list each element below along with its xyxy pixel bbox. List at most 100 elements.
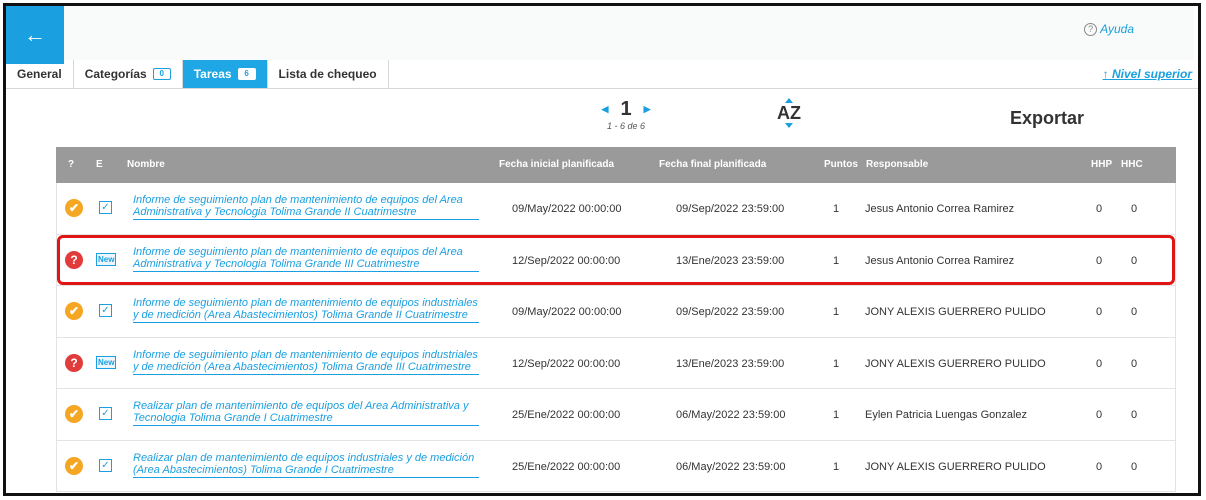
puntos: 1	[833, 409, 840, 421]
tasks-table: ? E Nombre Fecha inicial planificada Fec…	[56, 147, 1176, 492]
checkbox-check-icon[interactable]: ✓	[99, 304, 112, 317]
task-name-link[interactable]: Informe de seguimiento plan de mantenimi…	[133, 297, 479, 323]
completed-check-icon: ✔	[65, 199, 83, 217]
table-row[interactable]: ✔ ✓ Realizar plan de mantenimiento de equi…	[56, 440, 1176, 492]
fecha-inicial: 25/Ene/2022 00:00:00	[512, 460, 621, 473]
tab-label: Categorías	[84, 67, 147, 81]
question-icon: ?	[65, 250, 83, 269]
task-name-link[interactable]: Informe de seguimiento plan de mantenimi…	[133, 246, 479, 272]
fecha-inicial: 09/May/2022 00:00:00	[512, 306, 622, 318]
task-name-link[interactable]: Realizar plan de mantenimiento de equipo…	[133, 400, 479, 426]
hhp: 0	[1096, 357, 1103, 370]
tab-label: Lista de chequeo	[278, 67, 377, 81]
nivel-superior-link[interactable]: ↑ Nivel superior	[1103, 67, 1192, 81]
table-row[interactable]: ? New Informe de seguimiento plan de mante…	[56, 337, 1176, 389]
fecha-inicial: 12/Sep/2022 00:00:00	[512, 254, 621, 267]
app-frame: ← ? Ayuda General Categorías 0 Tareas 6 Li…	[3, 3, 1201, 496]
count-badge: 0	[152, 68, 171, 80]
hhc: 0	[1131, 357, 1138, 370]
fecha-inicial: 12/Sep/2022 00:00:00	[512, 357, 621, 370]
completed-check-icon: ✔	[65, 302, 83, 320]
new-badge: New	[96, 252, 117, 266]
hhp: 0	[1096, 306, 1103, 318]
completed-check-icon: ✔	[65, 405, 83, 423]
table-row[interactable]: ? New Informe de seguimiento plan de mante…	[56, 234, 1176, 286]
question-icon: ?	[65, 353, 83, 372]
col-fecha-inicial[interactable]: Fecha inicial planificada	[499, 159, 614, 170]
tab-label: General	[17, 67, 62, 81]
count-badge: 6	[237, 68, 256, 80]
tab-categorias[interactable]: Categorías 0	[74, 60, 183, 88]
puntos: 1	[833, 460, 840, 473]
prev-page-icon[interactable]: ◀	[602, 104, 609, 115]
responsable: JONY ALEXIS GUERRERO PULIDO	[865, 460, 1046, 473]
sort-down-icon	[785, 123, 793, 128]
fecha-final: 06/May/2022 23:59:00	[676, 460, 786, 473]
col-hhp[interactable]: HHP	[1091, 159, 1112, 170]
hhc: 0	[1131, 460, 1138, 473]
hhp: 0	[1096, 254, 1103, 267]
responsable: JONY ALEXIS GUERRERO PULIDO	[865, 306, 1046, 318]
table-row[interactable]: ✔ ✓ Informe de seguimiento plan de manteni…	[56, 183, 1176, 235]
table-header: ? E Nombre Fecha inicial planificada Fec…	[56, 147, 1176, 183]
table-row[interactable]: ✔ ✓ Informe de seguimiento plan de manteni…	[56, 286, 1176, 338]
help-link[interactable]: ? Ayuda	[1084, 22, 1134, 36]
responsable: Jesus Antonio Correa Ramirez	[865, 203, 1015, 215]
task-name-link[interactable]: Informe de seguimiento plan de mantenimi…	[133, 349, 479, 375]
sort-label: AZ	[777, 103, 801, 123]
fecha-final: 13/Ene/2023 23:59:00	[676, 357, 785, 370]
puntos: 1	[833, 357, 840, 370]
help-label: Ayuda	[1100, 22, 1134, 36]
responsable: Jesus Antonio Correa Ramirez	[865, 254, 1015, 267]
col-hhc[interactable]: HHC	[1121, 159, 1143, 170]
current-page: 1	[620, 98, 632, 120]
nivel-superior-label: Nivel superior	[1111, 67, 1192, 81]
fecha-inicial: 25/Ene/2022 00:00:00	[512, 409, 621, 421]
hhc: 0	[1131, 203, 1138, 215]
top-bar: ← ? Ayuda	[6, 6, 1198, 64]
tab-general[interactable]: General	[6, 60, 74, 88]
help-icon: ?	[1084, 22, 1098, 36]
task-name-link[interactable]: Informe de seguimiento plan de mantenimi…	[133, 194, 479, 220]
pagination: ◀ 1 ▶ 1 - 6 de 6	[586, 98, 666, 131]
hhc: 0	[1131, 254, 1138, 267]
tab-tareas[interactable]: Tareas 6	[182, 60, 268, 88]
puntos: 1	[833, 306, 840, 318]
col-puntos[interactable]: Puntos	[824, 159, 858, 170]
task-name-link[interactable]: Realizar plan de mantenimiento de equipo…	[133, 452, 479, 478]
checkbox-check-icon[interactable]: ✓	[99, 458, 112, 472]
list-controls: ◀ 1 ▶ 1 - 6 de 6 AZ Exportar	[6, 90, 1198, 144]
col-nombre[interactable]: Nombre	[127, 159, 165, 170]
hhp: 0	[1096, 460, 1103, 473]
responsable: Eylen Patricia Luengas Gonzalez	[865, 409, 1028, 421]
sort-toggle[interactable]: AZ	[774, 98, 804, 128]
faded-header-area	[64, 6, 1194, 60]
tab-label: Tareas	[193, 67, 232, 81]
tab-lista-de-chequeo[interactable]: Lista de chequeo	[268, 60, 389, 88]
checkbox-check-icon[interactable]: ✓	[99, 407, 112, 420]
fecha-final: 09/Sep/2022 23:59:00	[676, 306, 785, 318]
export-button[interactable]: Exportar	[1010, 108, 1084, 129]
fecha-inicial: 09/May/2022 00:00:00	[512, 203, 622, 215]
fecha-final: 06/May/2022 23:59:00	[676, 409, 786, 421]
completed-check-icon: ✔	[65, 456, 83, 475]
new-badge: New	[96, 355, 117, 369]
col-responsable[interactable]: Responsable	[866, 159, 928, 170]
next-page-icon[interactable]: ▶	[644, 104, 651, 115]
back-arrow-icon[interactable]: ←	[6, 6, 64, 64]
page-range: 1 - 6 de 6	[606, 121, 646, 131]
puntos: 1	[833, 203, 840, 215]
col-fecha-final[interactable]: Fecha final planificada	[659, 159, 766, 170]
table-body: ✔ ✓ Informe de seguimiento plan de manteni…	[56, 183, 1176, 492]
hhp: 0	[1096, 203, 1103, 215]
tab-bar: General Categorías 0 Tareas 6 Lista de che…	[6, 60, 1198, 89]
up-arrow-icon: ↑	[1102, 67, 1109, 81]
checkbox-check-icon[interactable]: ✓	[99, 201, 112, 214]
puntos: 1	[833, 254, 840, 267]
table-row[interactable]: ✔ ✓ Realizar plan de mantenimiento de equi…	[56, 389, 1176, 441]
col-e: E	[96, 159, 103, 170]
hhc: 0	[1131, 409, 1138, 421]
fecha-final: 09/Sep/2022 23:59:00	[676, 203, 785, 215]
responsable: JONY ALEXIS GUERRERO PULIDO	[865, 357, 1046, 370]
col-status: ?	[68, 159, 75, 170]
